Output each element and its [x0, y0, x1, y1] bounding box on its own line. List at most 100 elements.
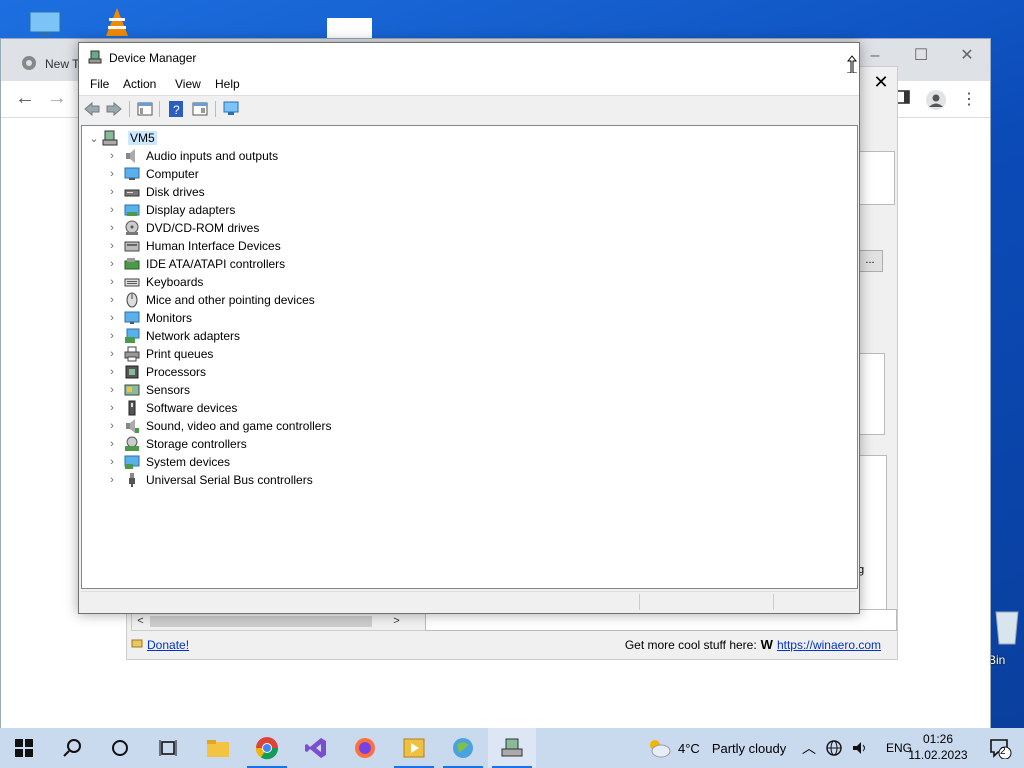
chevron-down-icon[interactable]: ⌄ [88, 132, 100, 145]
help-icon[interactable]: ? [167, 100, 185, 118]
network-globe-icon[interactable] [826, 740, 842, 756]
vlc-desktop-icon[interactable] [104, 6, 130, 41]
tree-item-label: Universal Serial Bus controllers [146, 473, 313, 487]
taskbar-device-manager[interactable] [488, 728, 536, 768]
mouse-icon [124, 292, 140, 308]
chevron-right-icon[interactable]: › [106, 150, 118, 162]
chrome-close-button[interactable]: ✕ [947, 43, 987, 69]
chevron-right-icon[interactable]: › [106, 456, 118, 468]
chevron-right-icon[interactable]: › [106, 474, 118, 486]
chevron-right-icon[interactable]: › [106, 402, 118, 414]
menu-action[interactable]: Action [123, 77, 156, 91]
toolbar-separator [159, 101, 160, 117]
chevron-right-icon[interactable]: › [106, 348, 118, 360]
tree-item[interactable]: › Universal Serial Bus controllers [106, 471, 313, 489]
winaero-panel-mid [857, 353, 885, 435]
cortana-button[interactable] [96, 728, 144, 768]
chrome-icon [21, 55, 37, 74]
weather-widget[interactable]: 4°C Partly cloudy [646, 728, 786, 768]
show-hide-console-tree-icon[interactable] [136, 100, 154, 118]
chevron-right-icon[interactable]: › [106, 330, 118, 342]
menu-file[interactable]: File [90, 77, 109, 91]
chevron-right-icon[interactable]: › [106, 240, 118, 252]
tree-item-label: Sound, video and game controllers [146, 419, 332, 433]
back-icon[interactable] [83, 100, 101, 118]
taskbar-media-app[interactable] [390, 728, 438, 768]
scan-hardware-icon[interactable] [222, 100, 240, 118]
device-manager-taskbar-icon [501, 738, 523, 757]
tree-item[interactable]: › System devices [106, 453, 230, 471]
tree-item[interactable]: › Human Interface Devices [106, 237, 281, 255]
tree-item[interactable]: › Keyboards [106, 273, 203, 291]
chevron-right-icon[interactable]: › [106, 312, 118, 324]
weather-description: Partly cloudy [711, 740, 787, 756]
chevron-right-icon[interactable]: › [106, 168, 118, 180]
tree-item-label: Keyboards [146, 275, 204, 289]
chevron-right-icon[interactable]: › [106, 186, 118, 198]
winaero-link[interactable]: https://winaero.com [777, 638, 881, 652]
notification-center-button[interactable]: 2 [976, 728, 1024, 768]
scroll-right-arrow-icon[interactable]: > [388, 613, 405, 630]
tree-root[interactable]: ⌄ VM5 [88, 129, 157, 147]
kebab-menu-icon[interactable]: ⋮ [961, 89, 983, 111]
tree-item[interactable]: › Print queues [106, 345, 213, 363]
tree-item[interactable]: › DVD/CD-ROM drives [106, 219, 259, 237]
taskbar: 4°C Partly cloudy ︿ ENG 01:26 11.02.2023… [0, 728, 1024, 768]
title-bar[interactable]: Device Manager [79, 43, 859, 79]
tree-item[interactable]: › Audio inputs and outputs [106, 147, 278, 165]
taskbar-visual-studio[interactable] [292, 728, 340, 768]
storage-controller-icon [124, 436, 140, 452]
show-hidden-icons-chevron-icon[interactable]: ︿ [802, 738, 816, 758]
forward-arrow-icon[interactable]: → [47, 87, 67, 110]
forward-icon[interactable] [105, 100, 123, 118]
tree-item[interactable]: › IDE ATA/ATAPI controllers [106, 255, 285, 273]
task-view-button[interactable] [144, 728, 192, 768]
tree-item[interactable]: › Mice and other pointing devices [106, 291, 315, 309]
tree-item[interactable]: › Network adapters [106, 327, 240, 345]
tree-item[interactable]: › Software devices [106, 399, 237, 417]
chevron-right-icon[interactable]: › [106, 258, 118, 270]
search-button[interactable] [48, 728, 96, 768]
menu-view[interactable]: View [175, 77, 201, 91]
tree-item[interactable]: › Processors [106, 363, 206, 381]
clock[interactable]: 01:26 11.02.2023 [903, 731, 973, 763]
profile-avatar-icon[interactable] [925, 89, 947, 111]
chevron-right-icon[interactable]: › [106, 294, 118, 306]
taskbar-network-app[interactable] [439, 728, 487, 768]
tree-item[interactable]: › Sound, video and game controllers [106, 417, 331, 435]
tree-item[interactable]: › Monitors [106, 309, 192, 327]
menu-help[interactable]: Help [215, 77, 240, 91]
tree-item[interactable]: › Disk drives [106, 183, 205, 201]
tree-item[interactable]: › Storage controllers [106, 435, 247, 453]
tree-item[interactable]: › Sensors [106, 381, 190, 399]
scroll-left-arrow-icon[interactable]: < [132, 613, 149, 630]
chrome-maximize-button[interactable]: ☐ [901, 43, 941, 69]
side-panel-icon[interactable] [895, 89, 917, 111]
properties-icon[interactable] [191, 100, 209, 118]
volume-icon[interactable] [852, 740, 868, 756]
ide-controller-icon [124, 256, 140, 272]
horizontal-scrollbar[interactable]: < > [131, 612, 427, 631]
device-tree[interactable]: ⌄ VM5 › Audio inputs and outputs › Computer… [81, 125, 858, 589]
taskbar-chrome[interactable] [243, 728, 291, 768]
desktop-computer-icon[interactable] [28, 10, 62, 41]
chevron-right-icon[interactable]: › [106, 420, 118, 432]
recycle-bin-icon[interactable] [992, 606, 1022, 649]
chevron-right-icon[interactable]: › [106, 438, 118, 450]
browse-button[interactable]: ... [857, 250, 883, 272]
donate-link[interactable]: Donate! [147, 638, 189, 652]
tree-item-label: Audio inputs and outputs [146, 149, 279, 163]
chevron-right-icon[interactable]: › [106, 366, 118, 378]
scroll-thumb[interactable] [150, 616, 372, 627]
chevron-right-icon[interactable]: › [106, 222, 118, 234]
chevron-right-icon[interactable]: › [106, 276, 118, 288]
taskbar-file-explorer[interactable] [194, 728, 242, 768]
chevron-right-icon[interactable]: › [106, 384, 118, 396]
chevron-right-icon[interactable]: › [106, 204, 118, 216]
tree-item[interactable]: › Display adapters [106, 201, 235, 219]
tree-item[interactable]: › Computer [106, 165, 199, 183]
taskbar-firefox[interactable] [341, 728, 389, 768]
start-button[interactable] [0, 728, 48, 768]
winaero-close-button[interactable]: ✕ [867, 69, 895, 95]
back-arrow-icon[interactable]: ← [15, 87, 35, 110]
